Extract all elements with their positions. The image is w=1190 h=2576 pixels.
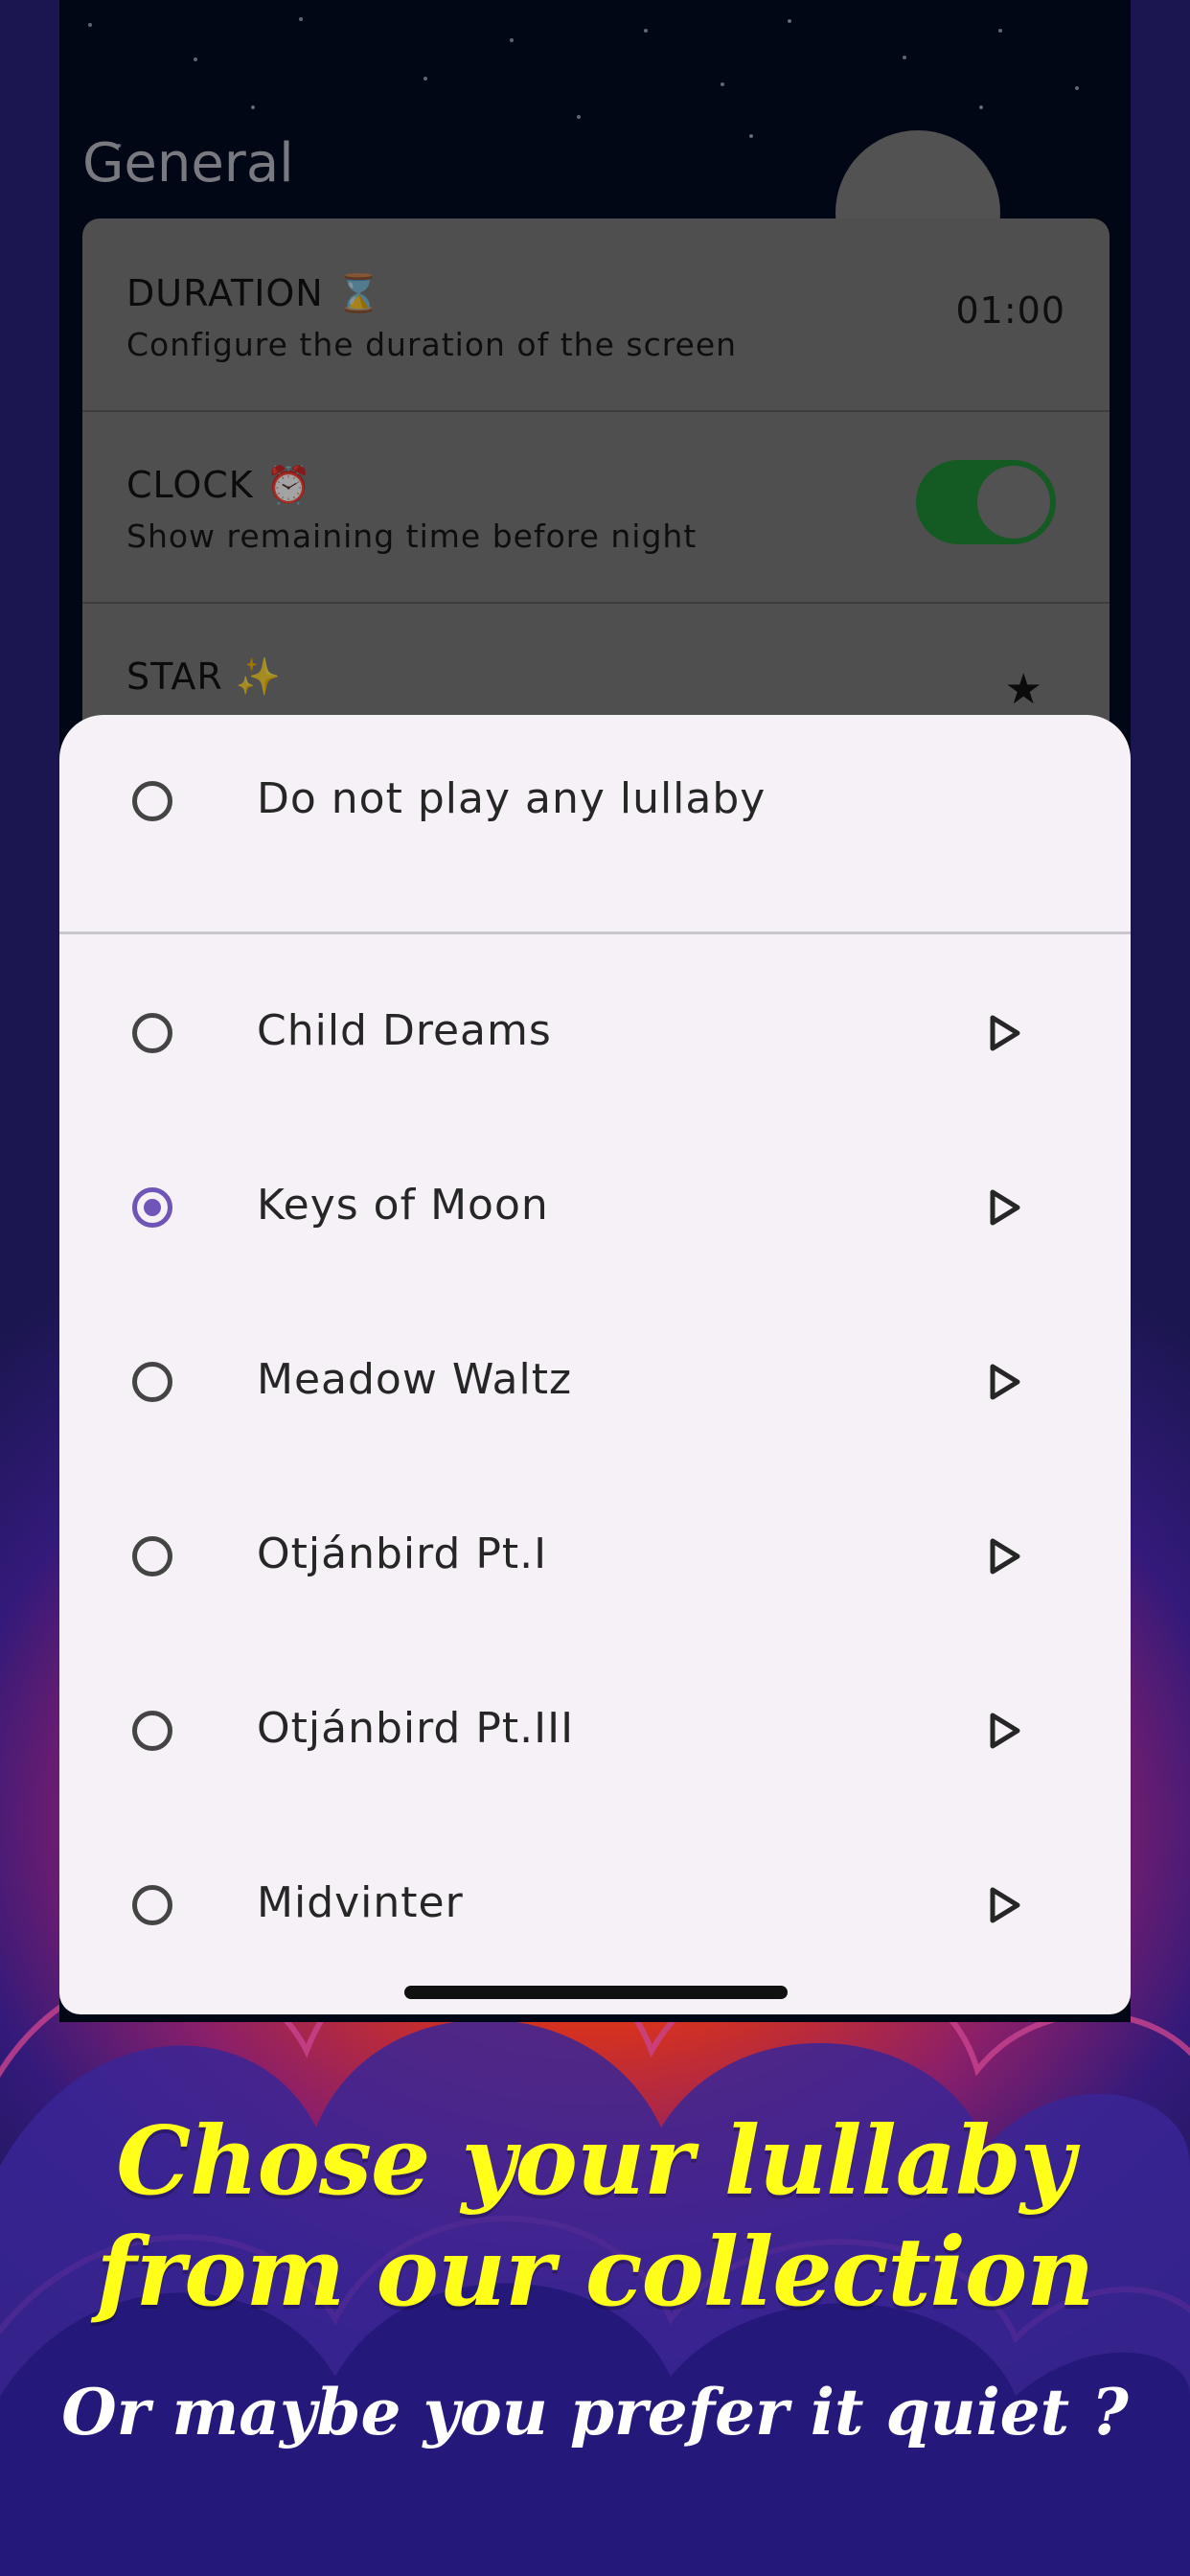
play-icon[interactable] <box>983 1361 1025 1403</box>
play-icon[interactable] <box>983 1884 1025 1926</box>
play-icon[interactable] <box>983 1012 1025 1054</box>
option-keys-of-moon[interactable]: Keys of Moon <box>59 1121 1131 1294</box>
lullaby-bottom-sheet: Do not play any lullaby Child Dreams Key… <box>59 715 1131 2014</box>
radio-button[interactable] <box>132 1362 172 1402</box>
promo-headline-line1: Chose your lullaby <box>116 2106 1074 2217</box>
option-meadow-waltz[interactable]: Meadow Waltz <box>59 1296 1131 1468</box>
play-icon[interactable] <box>983 1186 1025 1229</box>
option-child-dreams[interactable]: Child Dreams <box>59 947 1131 1119</box>
option-otjanbird-pt3[interactable]: Otjánbird Pt.III <box>59 1644 1131 1817</box>
option-label: Otjánbird Pt.I <box>257 1530 548 1578</box>
option-otjanbird-pt1[interactable]: Otjánbird Pt.I <box>59 1470 1131 1643</box>
radio-button[interactable] <box>132 1536 172 1576</box>
option-label: Meadow Waltz <box>257 1355 573 1404</box>
promo-headline-line2: from our collection <box>96 2218 1095 2328</box>
radio-button-selected[interactable] <box>132 1187 172 1228</box>
radio-button[interactable] <box>132 1711 172 1751</box>
promo-tagline: Or maybe you prefer it quiet ? <box>61 2375 1129 2450</box>
home-indicator[interactable] <box>404 1986 788 1999</box>
radio-button[interactable] <box>132 1885 172 1925</box>
radio-button[interactable] <box>132 1013 172 1053</box>
divider <box>59 932 1131 934</box>
option-label: Keys of Moon <box>257 1181 549 1230</box>
option-midvinter[interactable]: Midvinter <box>59 1819 1131 1991</box>
radio-button[interactable] <box>132 781 172 821</box>
play-icon[interactable] <box>983 1710 1025 1752</box>
option-label: Otjánbird Pt.III <box>257 1704 575 1753</box>
promo-headline: Chose your lullaby from our collection <box>0 2106 1190 2329</box>
option-label: Child Dreams <box>257 1006 552 1055</box>
option-none[interactable]: Do not play any lullaby <box>59 715 1131 887</box>
option-label: Midvinter <box>257 1878 464 1927</box>
play-icon[interactable] <box>983 1535 1025 1577</box>
option-label: Do not play any lullaby <box>257 774 767 823</box>
